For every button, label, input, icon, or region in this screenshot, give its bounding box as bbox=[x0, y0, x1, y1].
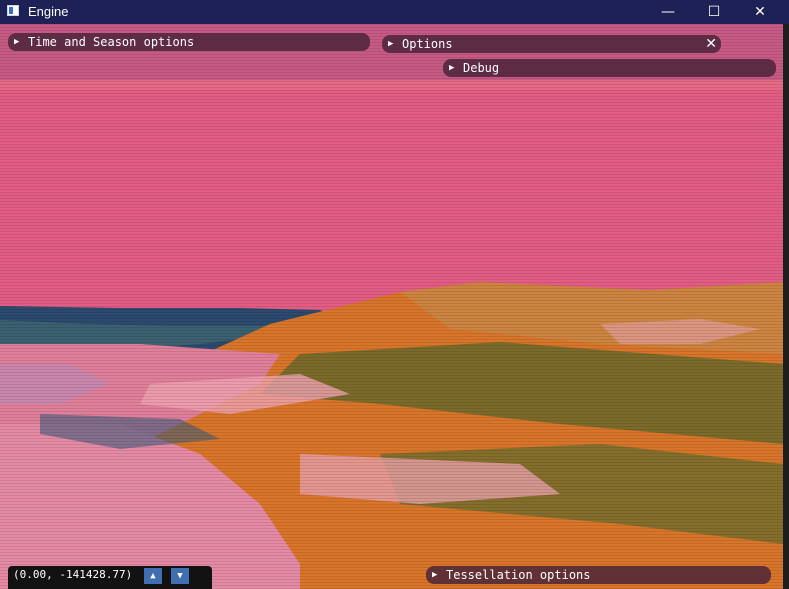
panel-title: Debug bbox=[463, 61, 500, 75]
background-console-strip bbox=[783, 24, 789, 589]
panel-title: Tessellation options bbox=[446, 568, 591, 582]
expand-arrow-icon: ▶ bbox=[14, 37, 20, 47]
scroll-up-button[interactable]: ▲ bbox=[144, 568, 162, 584]
panel-title: Options bbox=[402, 37, 453, 51]
maximize-button[interactable]: ☐ bbox=[691, 0, 737, 24]
close-icon[interactable]: ✕ bbox=[705, 35, 717, 53]
panel-title: Time and Season options bbox=[28, 35, 195, 49]
scroll-down-button[interactable]: ▼ bbox=[171, 568, 189, 584]
terrain-scene bbox=[0, 24, 783, 589]
minimize-button[interactable]: — bbox=[645, 0, 691, 24]
close-window-button[interactable]: ✕ bbox=[737, 0, 783, 24]
expand-arrow-icon: ▶ bbox=[388, 39, 394, 49]
expand-arrow-icon: ▶ bbox=[432, 570, 438, 580]
title-bar: Engine — ☐ ✕ bbox=[0, 0, 789, 24]
expand-arrow-icon: ▶ bbox=[449, 63, 455, 73]
app-icon bbox=[7, 5, 19, 16]
time-season-options-panel[interactable]: ▶ Time and Season options bbox=[8, 33, 370, 51]
tessellation-options-panel[interactable]: ▶ Tessellation options bbox=[426, 566, 771, 584]
window-title: Engine bbox=[28, 4, 69, 19]
camera-coordinates: (0.00, -141428.77) bbox=[13, 568, 133, 581]
options-panel[interactable]: ▶ Options ✕ bbox=[382, 35, 721, 53]
debug-panel[interactable]: ▶ Debug bbox=[443, 59, 776, 77]
render-viewport[interactable] bbox=[0, 24, 783, 589]
